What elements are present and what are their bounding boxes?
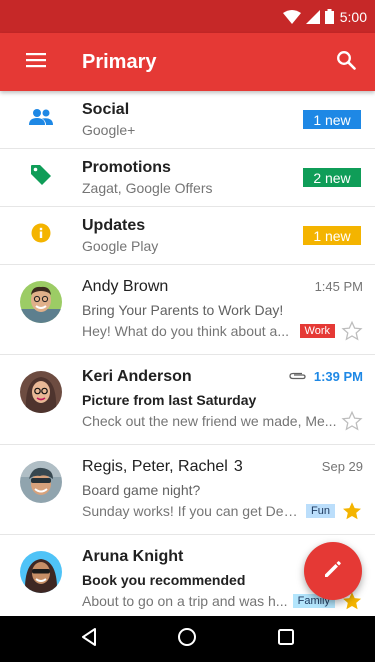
recent-apps-icon[interactable]: [277, 628, 295, 651]
hamburger-menu-icon: [26, 52, 46, 73]
attachment-icon: [288, 368, 308, 386]
avatar[interactable]: [20, 371, 62, 413]
cellular-signal-icon: [305, 9, 320, 24]
system-navigation-bar: [0, 616, 375, 662]
category-subtitle: Google Play: [82, 237, 159, 254]
email-sender-names: Regis, Peter, Rachel: [82, 458, 228, 475]
email-time: 1:39 PM: [313, 369, 363, 384]
category-title: Promotions: [82, 158, 171, 176]
pencil-icon: [323, 559, 343, 584]
email-subject: Bring Your Parents to Work Day!: [82, 302, 284, 318]
star-filled-icon[interactable]: [341, 500, 363, 522]
email-label-work: Work: [299, 324, 335, 338]
category-subtitle: Google+: [82, 121, 136, 138]
category-social[interactable]: Social Google+ 1 new: [0, 91, 375, 149]
category-subtitle: Zagat, Google Offers: [82, 179, 213, 196]
email-snippet: Sunday works! If you can get Dex...: [82, 503, 303, 519]
new-count-badge: 2 new: [303, 168, 361, 187]
search-button[interactable]: [317, 33, 375, 91]
email-snippet: About to go on a trip and was h...: [82, 593, 288, 609]
new-count-badge: 1 new: [303, 110, 361, 129]
tag-icon: [30, 164, 52, 191]
avatar[interactable]: [20, 551, 62, 593]
menu-button[interactable]: [0, 33, 72, 91]
wifi-icon: [282, 9, 301, 24]
page-title: Primary: [82, 50, 157, 73]
battery-icon: [324, 9, 334, 24]
email-subject: Board game night?: [82, 482, 201, 498]
home-icon[interactable]: [177, 627, 197, 652]
avatar[interactable]: [20, 281, 62, 323]
avatar[interactable]: [20, 461, 62, 503]
email-sender: Regis, Peter, Rachel 3: [82, 458, 322, 476]
category-promotions[interactable]: Promotions Zagat, Google Offers 2 new: [0, 149, 375, 207]
inbox-list: Social Google+ 1 new Promotions Zagat, G…: [0, 91, 375, 616]
people-icon: [29, 108, 53, 131]
email-time: Sep 29: [321, 459, 363, 474]
email-row[interactable]: Keri Anderson 1:39 PM Picture from last …: [0, 355, 375, 445]
email-label-fun: Fun: [306, 504, 335, 518]
category-title: Social: [82, 100, 130, 118]
status-bar: 5:00: [0, 0, 375, 33]
email-snippet: Hey! What do you think about a...: [82, 323, 290, 339]
email-sender: Keri Anderson: [82, 368, 192, 385]
star-outline-icon[interactable]: [341, 320, 363, 342]
email-sender: Andy Brown: [82, 278, 169, 295]
category-title: Updates: [82, 216, 146, 234]
info-icon: [31, 223, 51, 248]
email-snippet: Check out the new friend we made, Me...: [82, 413, 337, 429]
app-bar: Primary: [0, 33, 375, 91]
email-row[interactable]: Andy Brown 1:45 PM Bring Your Parents to…: [0, 265, 375, 355]
thread-count: 3: [233, 458, 243, 475]
email-subject: Picture from last Saturday: [82, 392, 257, 408]
category-updates[interactable]: Updates Google Play 1 new: [0, 207, 375, 265]
search-icon: [336, 50, 356, 75]
email-time: 1:45 PM: [314, 279, 363, 294]
status-time: 5:00: [339, 8, 367, 25]
back-icon[interactable]: [80, 627, 98, 652]
compose-button[interactable]: [304, 542, 362, 600]
new-count-badge: 1 new: [303, 226, 361, 245]
star-outline-icon[interactable]: [341, 410, 363, 432]
email-row[interactable]: Regis, Peter, Rachel 3 Sep 29 Board game …: [0, 445, 375, 535]
